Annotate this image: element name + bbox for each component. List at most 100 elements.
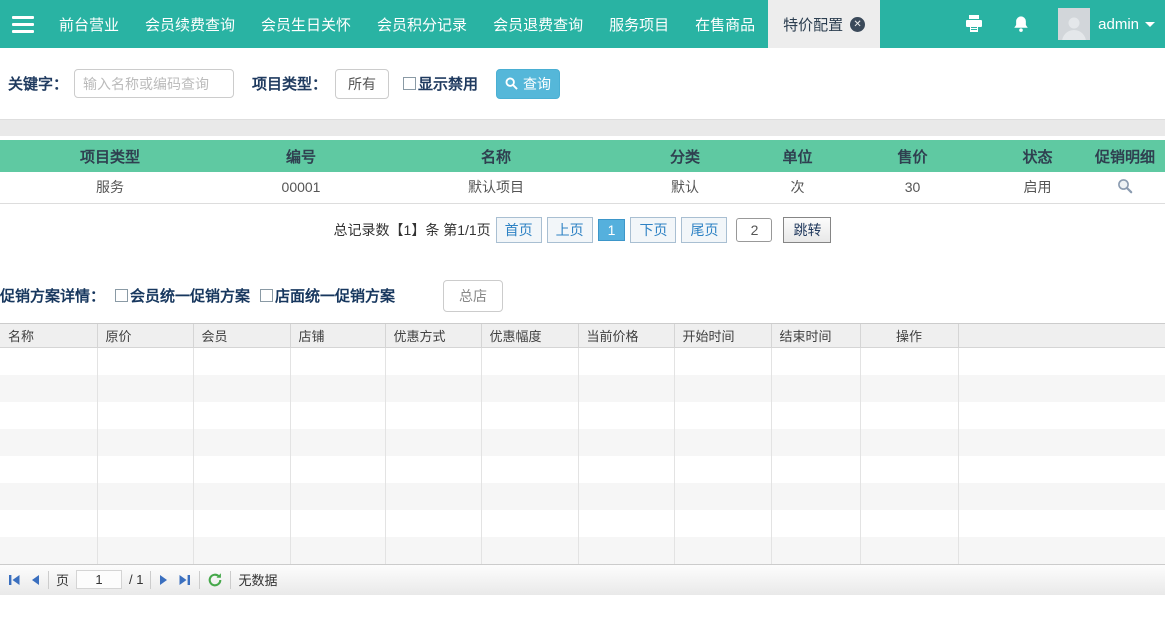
refresh-icon[interactable] (207, 572, 223, 588)
col-filler (958, 324, 1165, 348)
cell-category: 默认 (610, 172, 760, 203)
footer-page-input[interactable] (76, 570, 122, 589)
item-type-select-button[interactable]: 所有 (335, 69, 389, 99)
menu-item-refund-query[interactable]: 会员退费查询 (480, 0, 596, 48)
menu-item-renewal-query[interactable]: 会员续费查询 (132, 0, 248, 48)
footer-page-label: 页 (56, 570, 69, 589)
col-start-time: 开始时间 (674, 324, 771, 348)
first-page-button[interactable]: 首页 (496, 217, 542, 243)
col-discount-amount: 优惠幅度 (481, 324, 578, 348)
no-data-status: 无数据 (238, 570, 277, 589)
first-page-icon[interactable] (7, 573, 22, 587)
last-page-icon[interactable] (177, 573, 192, 587)
tab-label: 特价配置 (783, 14, 843, 35)
top-navigation-bar: 前台营业 会员续费查询 会员生日关怀 会员积分记录 会员退费查询 服务项目 在售… (0, 0, 1165, 48)
tab-close-icon[interactable]: ✕ (850, 17, 865, 32)
col-actions: 操作 (860, 324, 958, 348)
promo-table-body (0, 348, 1165, 564)
empty-row (0, 483, 1165, 510)
col-status: 状态 (990, 140, 1085, 172)
keyword-input[interactable] (74, 69, 234, 98)
toolbar-separator (199, 571, 200, 589)
notifications-bell-icon[interactable] (998, 15, 1044, 34)
menu-item-service-items[interactable]: 服务项目 (596, 0, 682, 48)
tab-special-price-config[interactable]: 特价配置 ✕ (768, 0, 880, 48)
menu-item-birthday-care[interactable]: 会员生日关怀 (248, 0, 364, 48)
promo-table-pager: 页 / 1 无数据 (0, 564, 1165, 595)
print-icon[interactable] (950, 15, 998, 33)
item-type-label: 项目类型： (252, 73, 327, 94)
empty-row (0, 456, 1165, 483)
search-button[interactable]: 查询 (496, 69, 560, 99)
footer-page-total: / 1 (129, 572, 143, 587)
empty-row (0, 375, 1165, 402)
col-current-price: 当前价格 (578, 324, 674, 348)
section-divider (0, 119, 1165, 136)
username: admin (1098, 16, 1139, 33)
promo-plan-section: 促销方案详情： 会员统一促销方案 店面统一促销方案 总店 (0, 281, 1165, 311)
head-store-button[interactable]: 总店 (443, 280, 503, 312)
col-item-type: 项目类型 (0, 140, 220, 172)
member-unified-promo-label: 会员统一促销方案 (130, 285, 250, 306)
jump-page-input[interactable] (736, 218, 772, 242)
empty-row (0, 402, 1165, 429)
promo-section-title: 促销方案详情： (0, 285, 105, 306)
table-row[interactable]: 服务 00001 默认项目 默认 次 30 启用 (0, 172, 1165, 203)
store-unified-promo-checkbox-wrap[interactable]: 店面统一促销方案 (260, 285, 395, 306)
menu-item-products-on-sale[interactable]: 在售商品 (682, 0, 768, 48)
empty-row (0, 510, 1165, 537)
current-page-button[interactable]: 1 (598, 219, 626, 241)
next-page-icon[interactable] (158, 573, 170, 587)
items-table-header-row: 项目类型 编号 名称 分类 单位 售价 状态 促销明细 (0, 140, 1165, 172)
col-end-time: 结束时间 (771, 324, 860, 348)
items-table: 项目类型 编号 名称 分类 单位 售价 状态 促销明细 服务 00001 默认项… (0, 140, 1165, 204)
store-unified-promo-checkbox[interactable] (260, 289, 273, 302)
status-badge: 启用 (990, 172, 1085, 203)
empty-row (0, 537, 1165, 564)
toolbar-separator (230, 571, 231, 589)
items-pagination: 总记录数【1】条 第1/1页 首页 上页 1 下页 尾页 跳转 (0, 217, 1165, 243)
prev-page-button[interactable]: 上页 (547, 217, 593, 243)
menu-item-front-desk[interactable]: 前台营业 (46, 0, 132, 48)
col-discount-method: 优惠方式 (385, 324, 481, 348)
member-unified-promo-checkbox-wrap[interactable]: 会员统一促销方案 (115, 285, 250, 306)
topbar-actions: admin (950, 0, 1165, 48)
promo-table: 名称 原价 会员 店铺 优惠方式 优惠幅度 当前价格 开始时间 结束时间 操作 (0, 324, 1165, 564)
col-category: 分类 (610, 140, 760, 172)
col-promo-name: 名称 (0, 324, 97, 348)
search-button-label: 查询 (523, 74, 551, 94)
col-member: 会员 (193, 324, 290, 348)
next-page-button[interactable]: 下页 (630, 217, 676, 243)
user-avatar[interactable] (1058, 8, 1090, 40)
col-promo-detail: 促销明细 (1085, 140, 1165, 172)
col-store: 店铺 (290, 324, 385, 348)
col-price: 售价 (835, 140, 990, 172)
jump-button[interactable]: 跳转 (783, 217, 831, 243)
col-unit: 单位 (760, 140, 835, 172)
menu-item-points-record[interactable]: 会员积分记录 (364, 0, 480, 48)
cell-code: 00001 (220, 172, 382, 203)
show-disabled-checkbox-wrap[interactable]: 显示禁用 (403, 73, 478, 94)
member-unified-promo-checkbox[interactable] (115, 289, 128, 302)
col-original-price: 原价 (97, 324, 193, 348)
toolbar-separator (150, 571, 151, 589)
promo-detail-magnifier-icon[interactable] (1085, 172, 1165, 203)
cell-item-type: 服务 (0, 172, 220, 203)
cell-price: 30 (835, 172, 990, 203)
main-menu: 前台营业 会员续费查询 会员生日关怀 会员积分记录 会员退费查询 服务项目 在售… (46, 0, 768, 48)
last-page-button[interactable]: 尾页 (681, 217, 727, 243)
search-filter-bar: 关键字： 项目类型： 所有 显示禁用 查询 (0, 48, 1165, 119)
promo-table-header-row: 名称 原价 会员 店铺 优惠方式 优惠幅度 当前价格 开始时间 结束时间 操作 (0, 324, 1165, 348)
col-code: 编号 (220, 140, 382, 172)
pagination-summary: 总记录数【1】条 第1/1页 (334, 220, 491, 240)
promo-table-wrap: 名称 原价 会员 店铺 优惠方式 优惠幅度 当前价格 开始时间 结束时间 操作 (0, 323, 1165, 564)
show-disabled-label: 显示禁用 (418, 73, 478, 94)
show-disabled-checkbox[interactable] (403, 77, 416, 90)
toolbar-separator (48, 571, 49, 589)
user-menu[interactable]: admin (1098, 16, 1155, 33)
prev-page-icon[interactable] (29, 573, 41, 587)
empty-row (0, 348, 1165, 375)
cell-unit: 次 (760, 172, 835, 203)
hamburger-menu-icon[interactable] (0, 0, 46, 48)
col-name: 名称 (382, 140, 610, 172)
